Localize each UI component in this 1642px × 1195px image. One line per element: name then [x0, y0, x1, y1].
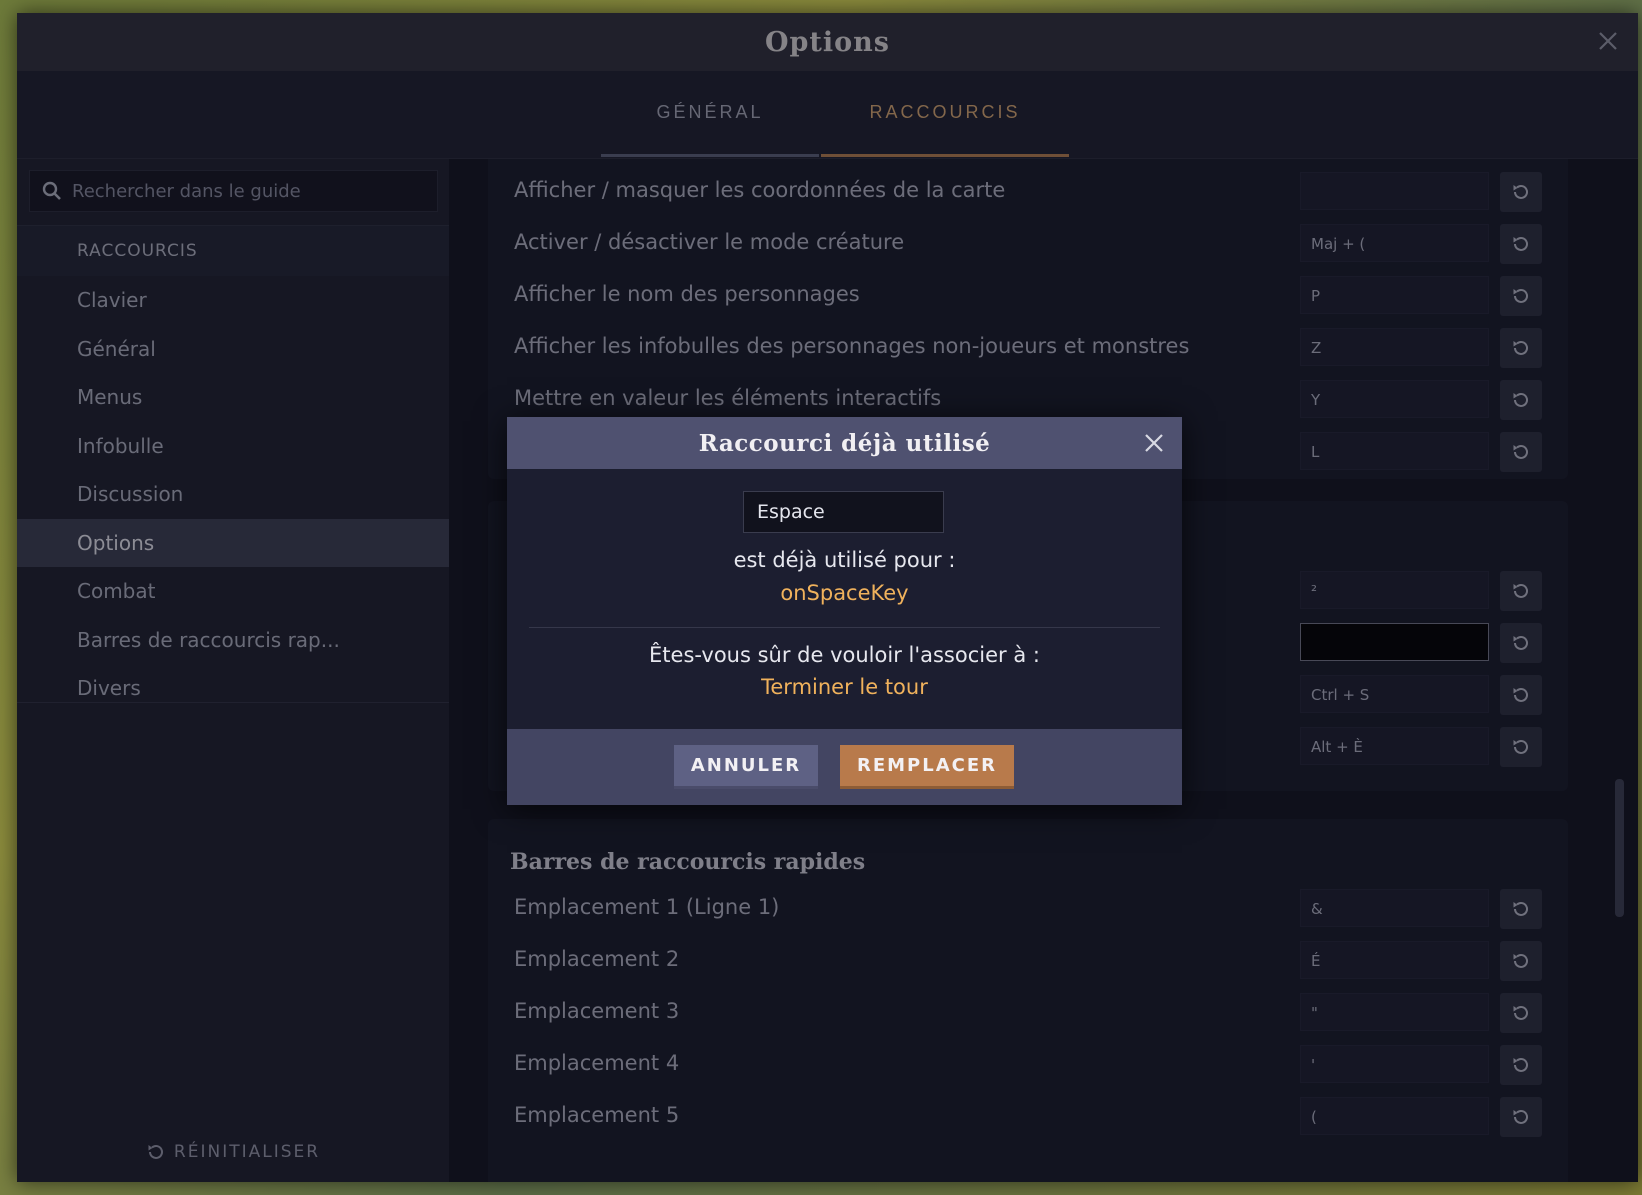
dialog-title: Raccourci déjà utilisé [698, 429, 991, 457]
used-for-action: onSpaceKey [780, 581, 909, 605]
cancel-button[interactable]: ANNULER [674, 745, 818, 789]
dialog-divider [529, 627, 1160, 628]
dialog-footer: ANNULER REMPLACER [507, 729, 1182, 805]
dialog-header: Raccourci déjà utilisé [507, 417, 1182, 469]
confirm-text: Êtes-vous sûr de vouloir l'associer à : [649, 643, 1040, 667]
used-for-text: est déjà utilisé pour : [733, 548, 956, 572]
key-input[interactable] [743, 491, 944, 533]
shortcut-conflict-dialog: Raccourci déjà utilisé est déjà utilisé … [507, 417, 1182, 805]
close-icon[interactable] [1142, 431, 1166, 455]
replace-button[interactable]: REMPLACER [840, 745, 1014, 789]
options-window: Options GÉNÉRAL RACCOURCIS RACCOURCIS Cl… [17, 13, 1638, 1182]
target-action: Terminer le tour [761, 675, 928, 699]
